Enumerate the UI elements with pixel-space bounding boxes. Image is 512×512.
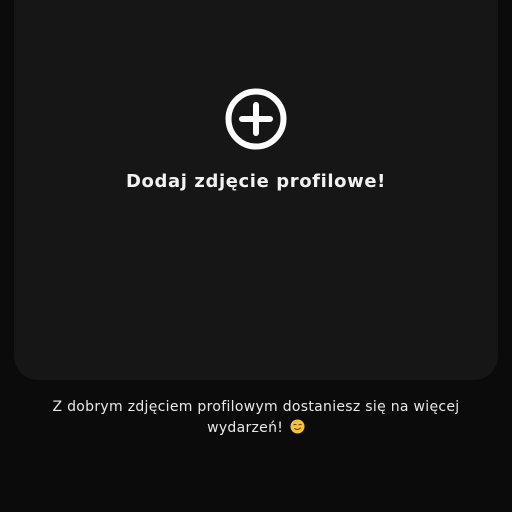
profile-photo-screen: Dodaj zdjęcie profilowe! Z dobrym zdjęci… [0, 0, 512, 512]
hint-line-2: wydarzeń! [207, 420, 284, 436]
smirking-face-emoji-icon [290, 419, 305, 441]
plus-circle-icon [225, 88, 287, 150]
add-photo-title: Dodaj zdjęcie profilowe! [126, 171, 386, 192]
add-profile-photo-button[interactable] [225, 88, 287, 150]
hint-line-1: Z dobrym zdjęciem profilowym dostaniesz … [52, 399, 460, 415]
profile-photo-hint: Z dobrym zdjęciem profilowym dostaniesz … [30, 397, 482, 441]
